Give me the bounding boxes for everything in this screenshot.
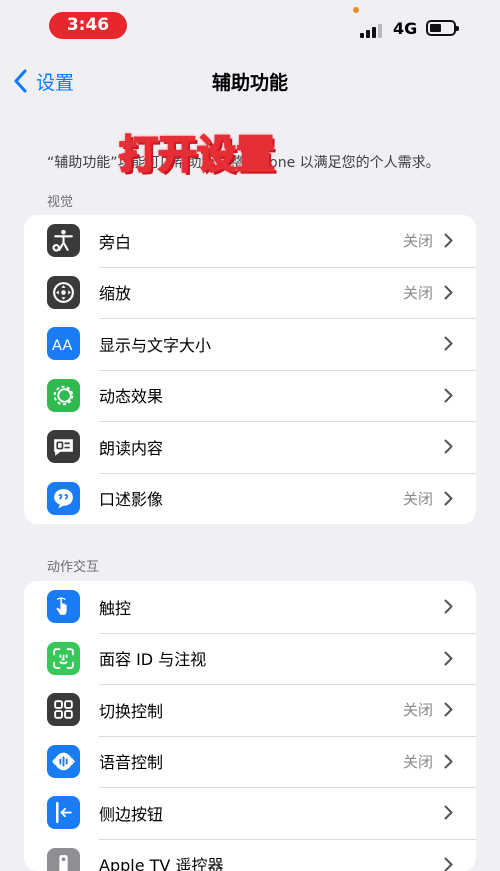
- chevron-right-icon: [444, 233, 453, 248]
- row-zoom[interactable]: 缩放 关闭: [24, 267, 476, 319]
- chevron-right-icon: [444, 754, 453, 769]
- svg-text:AA: AA: [52, 337, 72, 354]
- cellular-signal-icon: [360, 22, 386, 38]
- row-voice-control[interactable]: 语音控制 关闭: [24, 736, 476, 788]
- row-touch[interactable]: 触控: [24, 581, 476, 633]
- row-spoken-content[interactable]: 朗读内容: [24, 421, 476, 473]
- chevron-right-icon: [444, 651, 453, 666]
- physical-motor-group: 触控 面容 ID 与注视 切换控制 关闭 语音控制 关闭 侧边按钮: [24, 581, 476, 871]
- row-label: 面容 ID 与注视: [99, 646, 206, 670]
- row-value: 关闭: [403, 488, 433, 509]
- row-label: 旁白: [99, 229, 131, 253]
- row-apple-tv-remote[interactable]: Apple TV 遥控器: [24, 839, 476, 871]
- battery-icon: [426, 20, 456, 36]
- tv-remote-icon: [47, 848, 80, 871]
- row-audio-descriptions[interactable]: 口述影像 关闭: [24, 473, 476, 525]
- row-value: 关闭: [403, 751, 433, 772]
- chevron-right-icon: [444, 388, 453, 403]
- touch-icon: [47, 590, 80, 623]
- network-type: 4G: [393, 19, 417, 38]
- voice-control-icon: [47, 745, 80, 778]
- chevron-right-icon: [444, 285, 453, 300]
- row-label: 侧边按钮: [99, 801, 163, 825]
- row-value: 关闭: [403, 282, 433, 303]
- row-label: 朗读内容: [99, 435, 163, 459]
- row-display-text-size[interactable]: AA 显示与文字大小: [24, 318, 476, 370]
- row-face-id-attention[interactable]: 面容 ID 与注视: [24, 633, 476, 685]
- row-label: 切换控制: [99, 698, 163, 722]
- overlay-caption: 打开设置: [113, 130, 281, 182]
- row-switch-control[interactable]: 切换控制 关闭: [24, 684, 476, 736]
- row-label: 触控: [99, 595, 131, 619]
- row-label: Apple TV 遥控器: [99, 852, 223, 871]
- section-header-vision: 视觉: [47, 191, 73, 210]
- spoken-content-icon: [47, 430, 80, 463]
- row-value: 关闭: [403, 699, 433, 720]
- side-button-icon: [47, 796, 80, 829]
- recording-indicator: [353, 7, 359, 13]
- status-bar: 3:46 4G: [0, 0, 500, 52]
- chevron-right-icon: [444, 336, 453, 351]
- switch-control-icon: [47, 693, 80, 726]
- vision-group: 旁白 关闭 缩放 关闭 AA 显示与文字大小 动态效果 朗读内容: [24, 215, 476, 524]
- row-motion[interactable]: 动态效果: [24, 370, 476, 422]
- row-label: 动态效果: [99, 383, 163, 407]
- row-label: 缩放: [99, 280, 131, 304]
- section-header-physical-motor: 动作交互: [47, 556, 99, 575]
- audio-description-icon: [47, 482, 80, 515]
- row-label: 显示与文字大小: [99, 332, 211, 356]
- row-side-button[interactable]: 侧边按钮: [24, 787, 476, 839]
- chevron-right-icon: [444, 702, 453, 717]
- chevron-right-icon: [444, 599, 453, 614]
- row-value: 关闭: [403, 230, 433, 251]
- face-id-icon: [47, 642, 80, 675]
- voiceover-icon: [47, 224, 80, 257]
- zoom-icon: [47, 276, 80, 309]
- row-label: 口述影像: [99, 486, 163, 510]
- chevron-right-icon: [444, 491, 453, 506]
- chevron-right-icon: [444, 805, 453, 820]
- motion-icon: [47, 379, 80, 412]
- chevron-right-icon: [444, 439, 453, 454]
- text-size-icon: AA: [47, 327, 80, 360]
- status-time[interactable]: 3:46: [49, 12, 127, 39]
- row-voiceover[interactable]: 旁白 关闭: [24, 215, 476, 267]
- row-label: 语音控制: [99, 749, 163, 773]
- page-title: 辅助功能: [0, 68, 500, 95]
